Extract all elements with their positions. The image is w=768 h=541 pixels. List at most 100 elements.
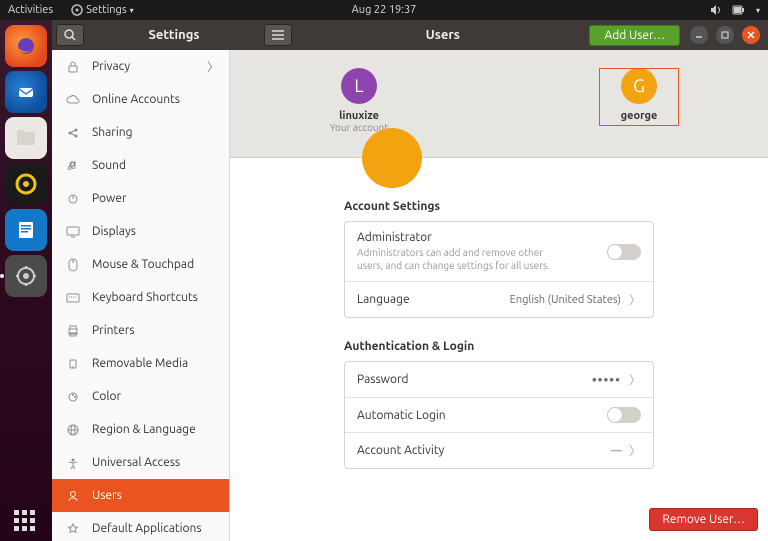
clock[interactable]: Aug 22 19:37 [352,4,417,16]
sidebar-item-region-language[interactable]: Region & Language [52,413,229,446]
avatar: L [341,68,377,104]
section-title: Authentication & Login [344,340,654,353]
chevron-right-icon: 〉 [629,371,641,388]
sidebar-item-printers[interactable]: Printers [52,314,229,347]
row-label: Automatic Login [357,409,446,422]
maximize-icon [721,31,729,39]
menu-icon [272,30,284,40]
automatic-login-toggle[interactable] [607,407,641,423]
mouse-icon [66,258,80,272]
row-language[interactable]: Language English (United States) 〉 [345,282,653,317]
users-panel: L linuxize Your account G george Account… [230,50,768,541]
settings-icon [15,265,37,287]
gnome-top-panel: Activities Settings ▾ Aug 22 19:37 ▾ [0,0,768,20]
administrator-toggle[interactable] [607,244,641,260]
sidebar-item-label: Removable Media [92,357,188,370]
dock-item-settings[interactable] [5,255,47,297]
sidebar-item-displays[interactable]: Displays [52,215,229,248]
app-menu-label: Settings [86,4,127,16]
battery-icon[interactable] [732,4,746,16]
sidebar-item-power[interactable]: Power [52,182,229,215]
sidebar-item-label: Mouse & Touchpad [92,258,194,271]
row-automatic-login[interactable]: Automatic Login [345,398,653,433]
firefox-icon [14,34,38,58]
section-title: Account Settings [344,200,654,213]
show-applications[interactable] [14,510,35,531]
close-button[interactable] [742,26,760,44]
app-menu[interactable]: Settings ▾ [71,4,134,16]
sidebar-item-online-accounts[interactable]: Online Accounts [52,83,229,116]
app-menu-arrow-icon: ▾ [130,6,134,15]
row-label: Administrator [357,231,567,244]
sidebar-item-universal-access[interactable]: Universal Access [52,446,229,479]
system-menu-arrow-icon[interactable]: ▾ [756,6,760,15]
user-card-selected[interactable]: G george [599,68,679,126]
sidebar-item-sound[interactable]: Sound [52,149,229,182]
media-icon [66,357,80,371]
sidebar-item-label: Sharing [92,126,133,139]
remove-user-button[interactable]: Remove User… [649,508,758,531]
sidebar-item-mouse-touchpad[interactable]: Mouse & Touchpad [52,248,229,281]
sidebar-item-label: Default Applications [92,522,202,535]
chevron-right-icon: 〉 [207,58,219,75]
chevron-right-icon: 〉 [629,291,641,308]
sidebar-item-keyboard-shortcuts[interactable]: Keyboard Shortcuts [52,281,229,314]
rhythmbox-icon [15,173,37,195]
panel-title: Users [296,28,589,42]
row-password[interactable]: Password ●●●●● 〉 [345,362,653,398]
sidebar-item-label: Sound [92,159,126,172]
universal-icon [66,456,80,470]
sidebar-item-label: Region & Language [92,423,196,436]
hamburger-button[interactable] [264,24,292,46]
minimize-icon [695,31,703,39]
volume-icon[interactable] [710,4,722,16]
section-account-settings: Account Settings Administrator Administr… [344,200,654,318]
printer-icon [66,324,80,338]
minimize-button[interactable] [690,26,708,44]
music-icon [66,159,80,173]
dock-item-rhythmbox[interactable] [5,163,47,205]
dock-item-firefox[interactable] [5,25,47,67]
add-user-button[interactable]: Add User… [589,25,680,46]
cloud-icon [66,93,80,107]
large-avatar-peek [362,128,422,188]
display-icon [66,225,80,239]
headerbar: Settings Users Add User… [52,20,768,50]
document-icon [16,220,36,240]
folder-icon [15,129,37,147]
sidebar-item-label: Privacy [92,60,130,73]
avatar: G [621,68,657,104]
sidebar-item-sharing[interactable]: Sharing [52,116,229,149]
sidebar-item-label: Power [92,192,127,205]
sidebar-item-label: Color [92,390,121,403]
sidebar-item-label: Keyboard Shortcuts [92,291,198,304]
sidebar-item-color[interactable]: Color [52,380,229,413]
dock-item-writer[interactable] [5,209,47,251]
dock-item-files[interactable] [5,117,47,159]
row-administrator[interactable]: Administrator Administrators can add and… [345,222,653,282]
search-button[interactable] [56,24,84,46]
row-account-activity[interactable]: Account Activity — 〉 [345,433,653,468]
chevron-right-icon: 〉 [629,442,641,459]
maximize-button[interactable] [716,26,734,44]
sidebar-item-default-applications[interactable]: Default Applications [52,512,229,541]
gear-icon [71,4,83,16]
section-auth-login: Authentication & Login Password ●●●●● 〉 … [344,340,654,469]
sidebar-item-users[interactable]: Users [52,479,229,512]
row-description: Administrators can add and remove other … [357,246,567,272]
user-card-current[interactable]: L linuxize Your account [319,68,399,133]
user-name: george [601,110,677,122]
sidebar-item-label: Users [92,489,122,502]
sidebar-item-privacy[interactable]: Privacy 〉 [52,50,229,83]
keyboard-icon [66,291,80,305]
row-value: ●●●●● [592,375,621,384]
row-value: — [611,445,621,457]
search-icon [64,29,76,41]
thunderbird-icon [15,81,37,103]
sidebar-item-removable-media[interactable]: Removable Media [52,347,229,380]
activities-button[interactable]: Activities [8,4,53,16]
users-strip: L linuxize Your account G george [230,50,768,158]
row-label: Language [357,293,410,306]
dock [0,20,52,541]
dock-item-thunderbird[interactable] [5,71,47,113]
